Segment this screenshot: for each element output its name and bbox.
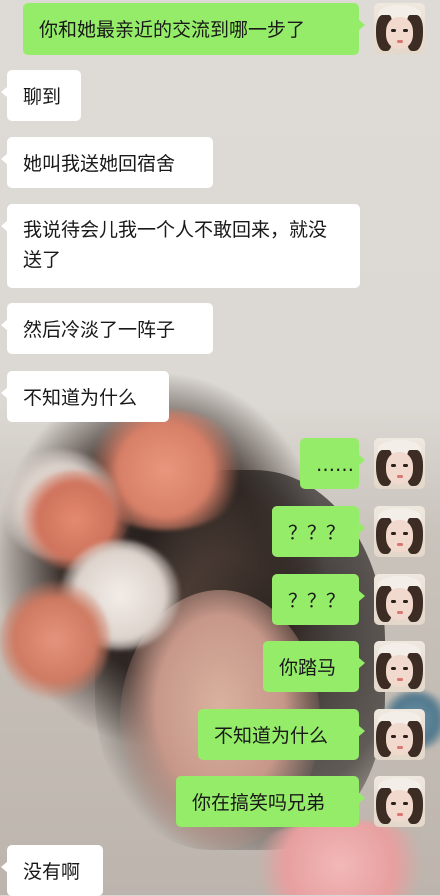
- outgoing-message-bubble[interactable]: 你和她最亲近的交流到哪一步了: [23, 3, 365, 55]
- my-avatar-icon[interactable]: [374, 438, 425, 489]
- outgoing-message-bubble[interactable]: ……: [300, 438, 365, 489]
- incoming-message-bubble[interactable]: 她叫我送她回宿舍: [1, 137, 213, 188]
- incoming-message-bubble[interactable]: 不知道为什么: [1, 371, 169, 422]
- outgoing-message-bubble[interactable]: ？？？: [272, 574, 365, 625]
- message-text: ……: [316, 454, 354, 476]
- incoming-message-bubble[interactable]: 然后冷淡了一阵子: [1, 303, 213, 354]
- message-text: ？？？: [288, 522, 346, 544]
- message-text: 没有啊: [23, 861, 81, 883]
- outgoing-message-bubble[interactable]: 你在搞笑吗兄弟: [176, 776, 365, 827]
- my-avatar-icon[interactable]: [374, 776, 425, 827]
- message-text: 你和她最亲近的交流到哪一步了: [39, 19, 306, 41]
- message-text: 你在搞笑吗兄弟: [192, 792, 326, 814]
- incoming-message-bubble[interactable]: 聊到: [1, 70, 81, 121]
- incoming-message-bubble[interactable]: 我说待会儿我一个人不敢回来，就没送了: [1, 204, 360, 288]
- my-avatar-icon[interactable]: [374, 3, 425, 54]
- message-text: 你踏马: [279, 657, 337, 679]
- message-text: 不知道为什么: [23, 387, 138, 409]
- message-text: 不知道为什么: [214, 725, 329, 747]
- my-avatar-icon[interactable]: [374, 709, 425, 760]
- message-text: ？？？: [288, 590, 346, 612]
- outgoing-message-bubble[interactable]: ？？？: [272, 506, 365, 557]
- message-text: 然后冷淡了一阵子: [23, 319, 176, 341]
- message-text: 她叫我送她回宿舍: [23, 153, 176, 175]
- my-avatar-icon[interactable]: [374, 641, 425, 692]
- incoming-message-bubble[interactable]: 没有啊: [1, 845, 103, 896]
- message-text: 我说待会儿我一个人不敢回来，就没送了: [23, 219, 328, 271]
- outgoing-message-bubble[interactable]: 不知道为什么: [198, 709, 365, 760]
- my-avatar-icon[interactable]: [374, 574, 425, 625]
- my-avatar-icon[interactable]: [374, 506, 425, 557]
- outgoing-message-bubble[interactable]: 你踏马: [263, 641, 365, 692]
- message-text: 聊到: [23, 86, 62, 108]
